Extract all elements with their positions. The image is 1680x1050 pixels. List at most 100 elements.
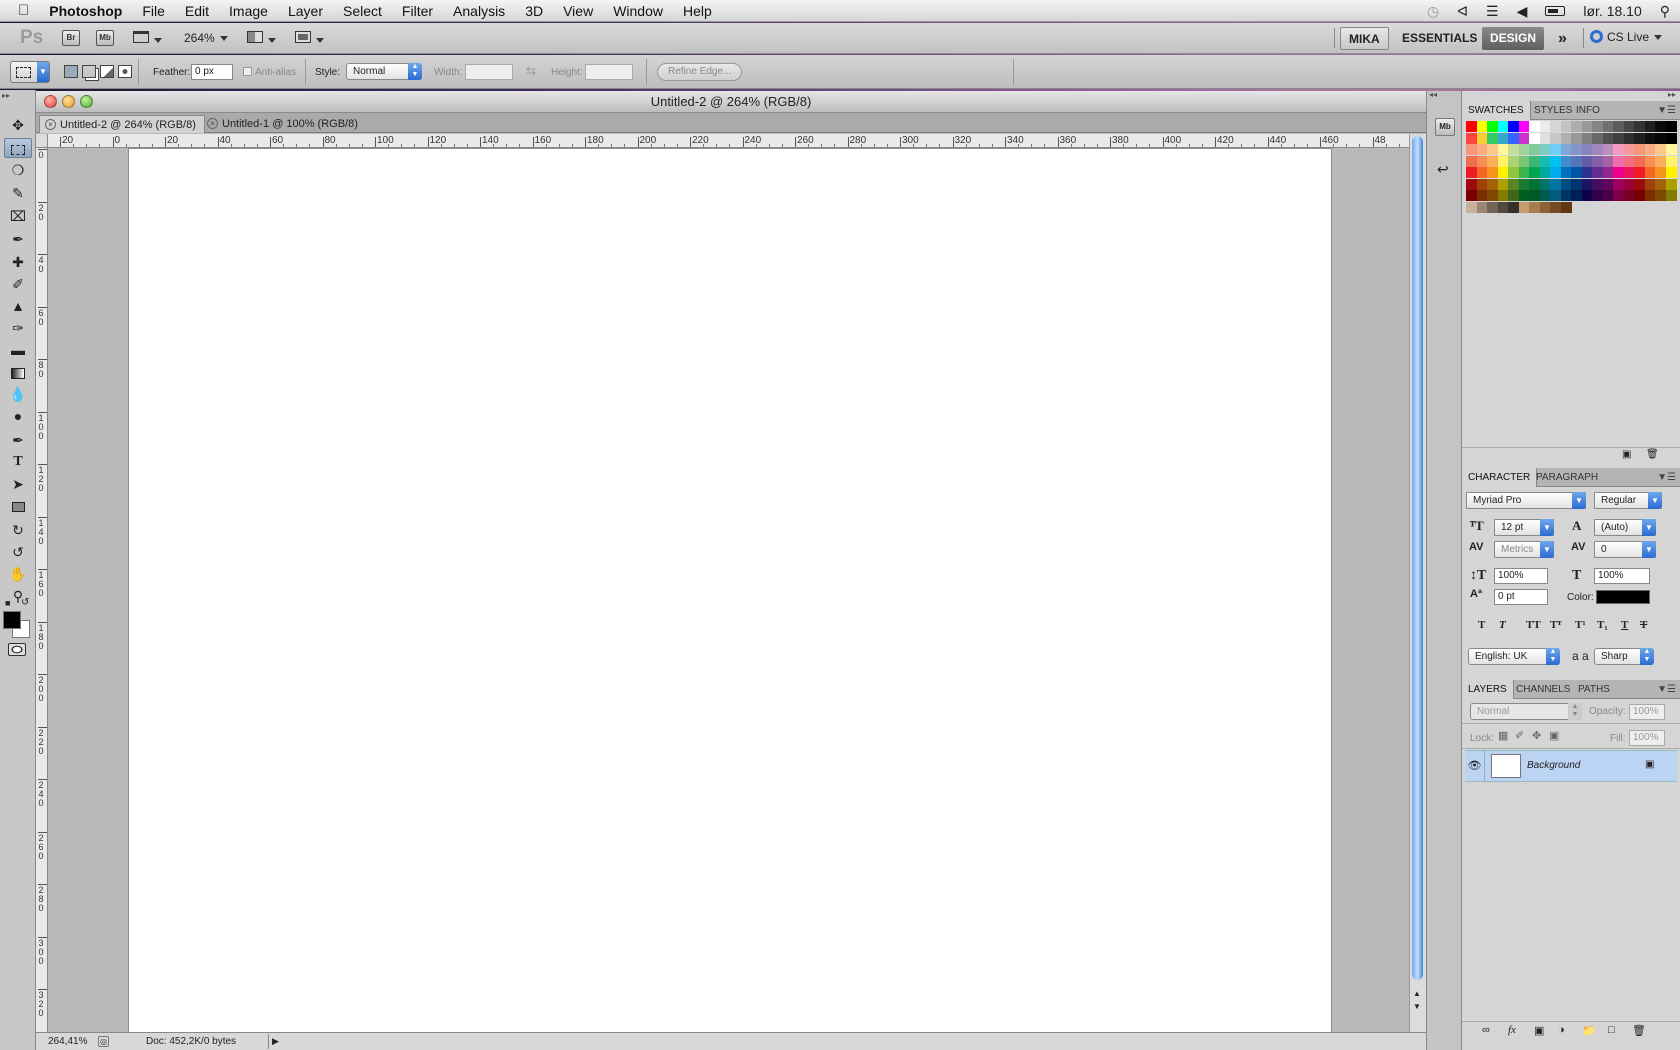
color-swatch[interactable]	[1487, 132, 1498, 144]
tab-paragraph[interactable]: PARAGRAPH	[1530, 468, 1604, 487]
color-swatch[interactable]	[1476, 132, 1488, 144]
color-swatch[interactable]	[1518, 132, 1530, 144]
3d-rotate-tool-icon[interactable]: ↻	[4, 520, 32, 540]
type-tool-icon[interactable]: T	[4, 452, 32, 472]
close-window-icon[interactable]	[44, 95, 57, 108]
color-swatch[interactable]	[1539, 167, 1551, 178]
default-colors-icon[interactable]: ■	[5, 598, 10, 608]
color-swatch[interactable]	[1665, 144, 1677, 155]
color-swatch[interactable]	[1665, 155, 1677, 167]
color-swatch[interactable]	[1602, 132, 1614, 144]
color-swatch[interactable]	[1466, 167, 1477, 178]
vertical-scroll-thumb[interactable]	[1412, 136, 1423, 980]
panel-menu-icon[interactable]: ▼☰	[1657, 105, 1676, 116]
gradient-tool-icon[interactable]	[4, 362, 32, 382]
color-swatch[interactable]	[1665, 190, 1677, 201]
color-swatch[interactable]	[1508, 144, 1519, 155]
color-swatch[interactable]	[1487, 121, 1498, 132]
screen-mode-button[interactable]	[295, 31, 324, 46]
menu-window[interactable]: Window	[603, 3, 673, 19]
arrange-documents-button[interactable]	[247, 31, 276, 46]
workspace-mika[interactable]: MIKA	[1340, 27, 1389, 50]
color-swatch[interactable]	[1644, 190, 1656, 201]
color-swatch[interactable]	[1613, 190, 1624, 201]
faux-italic-icon[interactable]: T	[1499, 619, 1506, 631]
faux-bold-icon[interactable]: T	[1478, 619, 1485, 631]
color-swatch[interactable]	[1623, 144, 1635, 155]
color-swatch[interactable]	[1497, 167, 1509, 178]
color-swatch[interactable]	[1487, 201, 1498, 213]
color-swatch[interactable]	[1466, 178, 1477, 190]
close-tab-icon[interactable]: ×	[45, 119, 56, 130]
color-swatch[interactable]	[1476, 167, 1488, 178]
color-swatch[interactable]	[1623, 167, 1635, 178]
color-swatch[interactable]	[1644, 178, 1656, 190]
document-titlebar[interactable]: Untitled-2 @ 264% (RGB/8)	[36, 91, 1426, 113]
layer-row[interactable]: 👁 Background ▣	[1465, 750, 1677, 782]
mini-bridge-panel-icon[interactable]: Mb	[1435, 118, 1455, 136]
color-swatch[interactable]	[1581, 121, 1593, 132]
quick-selection-tool-icon[interactable]: ✎	[4, 183, 32, 203]
color-swatch[interactable]	[1508, 167, 1519, 178]
color-swatch[interactable]	[1466, 132, 1477, 144]
color-swatch[interactable]	[1466, 201, 1477, 213]
color-swatch[interactable]	[1550, 167, 1561, 178]
color-swatch[interactable]	[1529, 190, 1540, 201]
superscript-icon[interactable]: T¹	[1575, 619, 1586, 631]
color-swatch[interactable]	[1571, 132, 1582, 144]
feather-input[interactable]: 0 px	[191, 64, 233, 80]
color-swatch[interactable]	[1560, 121, 1572, 132]
workspace-design[interactable]: DESIGN	[1482, 27, 1545, 50]
color-swatch[interactable]	[1550, 144, 1561, 155]
color-swatch[interactable]	[1592, 178, 1603, 190]
rectangular-marquee-tool-icon[interactable]	[4, 138, 32, 158]
color-swatch[interactable]	[1655, 132, 1666, 144]
tab-untitled-2[interactable]: × Untitled-2 @ 264% (RGB/8)	[39, 115, 205, 133]
color-swatch[interactable]	[1602, 167, 1614, 178]
color-swatch[interactable]	[1655, 167, 1666, 178]
eye-visibility-icon[interactable]: 👁	[1465, 751, 1485, 781]
color-swatch[interactable]	[1613, 121, 1624, 132]
color-swatch[interactable]	[1466, 121, 1477, 132]
color-swatch[interactable]	[1644, 155, 1656, 167]
clock[interactable]: lør. 18.10	[1583, 3, 1641, 19]
status-options-icon[interactable]: ◎	[98, 1036, 109, 1047]
add-mask-icon[interactable]: ▣	[1534, 1024, 1544, 1037]
tab-channels[interactable]: CHANNELS	[1510, 680, 1576, 699]
apple-menu-icon[interactable]: 	[0, 2, 39, 19]
color-swatch[interactable]	[1655, 190, 1666, 201]
width-input[interactable]	[465, 64, 513, 80]
tab-info[interactable]: INFO	[1570, 101, 1606, 120]
layer-name[interactable]: Background	[1527, 760, 1580, 771]
color-swatch[interactable]	[1581, 132, 1593, 144]
color-swatch[interactable]	[1571, 178, 1582, 190]
collapse-dock-icon[interactable]: ▸▸	[1668, 90, 1676, 99]
color-swatch[interactable]	[1655, 178, 1666, 190]
color-swatch[interactable]	[1581, 190, 1593, 201]
delete-layer-icon[interactable]: 🗑	[1632, 1024, 1646, 1037]
color-swatch[interactable]	[1550, 178, 1561, 190]
status-menu-arrow-icon[interactable]: ▶	[268, 1034, 282, 1049]
color-swatch[interactable]	[1487, 144, 1498, 155]
color-swatch[interactable]	[1518, 201, 1530, 213]
kerning-select[interactable]: Metrics ▼	[1494, 541, 1554, 558]
lock-all-icon[interactable]: ▣	[1549, 729, 1559, 742]
color-swatch[interactable]	[1529, 121, 1540, 132]
menu-layer[interactable]: Layer	[278, 3, 333, 19]
color-swatch[interactable]	[1476, 178, 1488, 190]
text-color-swatch[interactable]	[1596, 590, 1650, 604]
color-swatch[interactable]	[1623, 121, 1635, 132]
menu-filter[interactable]: Filter	[392, 3, 443, 19]
color-swatch[interactable]	[1560, 190, 1572, 201]
color-swatch[interactable]	[1623, 190, 1635, 201]
color-swatch[interactable]	[1655, 155, 1666, 167]
menu-analysis[interactable]: Analysis	[443, 3, 515, 19]
color-swatch[interactable]	[1497, 144, 1509, 155]
leading-select[interactable]: (Auto) ▼	[1594, 519, 1656, 536]
color-swatch[interactable]	[1623, 155, 1635, 167]
new-swatch-icon[interactable]: ▣	[1622, 449, 1631, 460]
color-swatch[interactable]	[1613, 167, 1624, 178]
color-swatch[interactable]	[1518, 155, 1530, 167]
zoom-window-icon[interactable]	[80, 95, 93, 108]
vertical-scale-input[interactable]: 100%	[1494, 568, 1548, 584]
